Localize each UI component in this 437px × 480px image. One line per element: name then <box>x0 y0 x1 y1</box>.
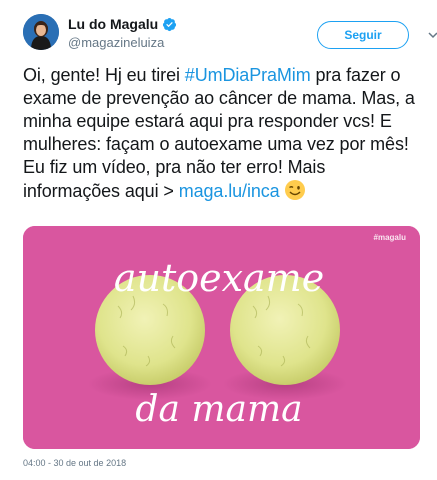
media-caption-top: autoexame <box>114 256 324 300</box>
user-handle[interactable]: @magazineluiza <box>68 35 177 50</box>
media-watermark: #magalu <box>373 233 406 242</box>
url-link[interactable]: maga.lu/inca <box>179 181 280 201</box>
media-image[interactable]: autoexame da mama #magalu <box>23 226 420 449</box>
display-name[interactable]: Lu do Magalu <box>68 16 158 32</box>
verified-badge-icon <box>163 17 177 31</box>
tweet-text: Oi, gente! Hj eu tirei #UmDiaPraMim pra … <box>23 64 423 203</box>
tweet-header: Lu do Magalu @magazineluiza Seguir <box>23 14 437 58</box>
media-caption-bottom: da mama <box>135 389 302 430</box>
avatar[interactable] <box>23 14 59 50</box>
hashtag-link[interactable]: #UmDiaPraMim <box>185 65 311 85</box>
user-info: Lu do Magalu @magazineluiza <box>68 16 177 50</box>
tweet-timestamp[interactable]: 04:00 - 30 de out de 2018 <box>23 458 126 468</box>
winking-face-icon <box>284 180 305 200</box>
chevron-down-icon[interactable] <box>427 29 437 41</box>
follow-button[interactable]: Seguir <box>317 21 409 49</box>
tweet-text-part: Oi, gente! Hj eu tirei <box>23 65 185 85</box>
